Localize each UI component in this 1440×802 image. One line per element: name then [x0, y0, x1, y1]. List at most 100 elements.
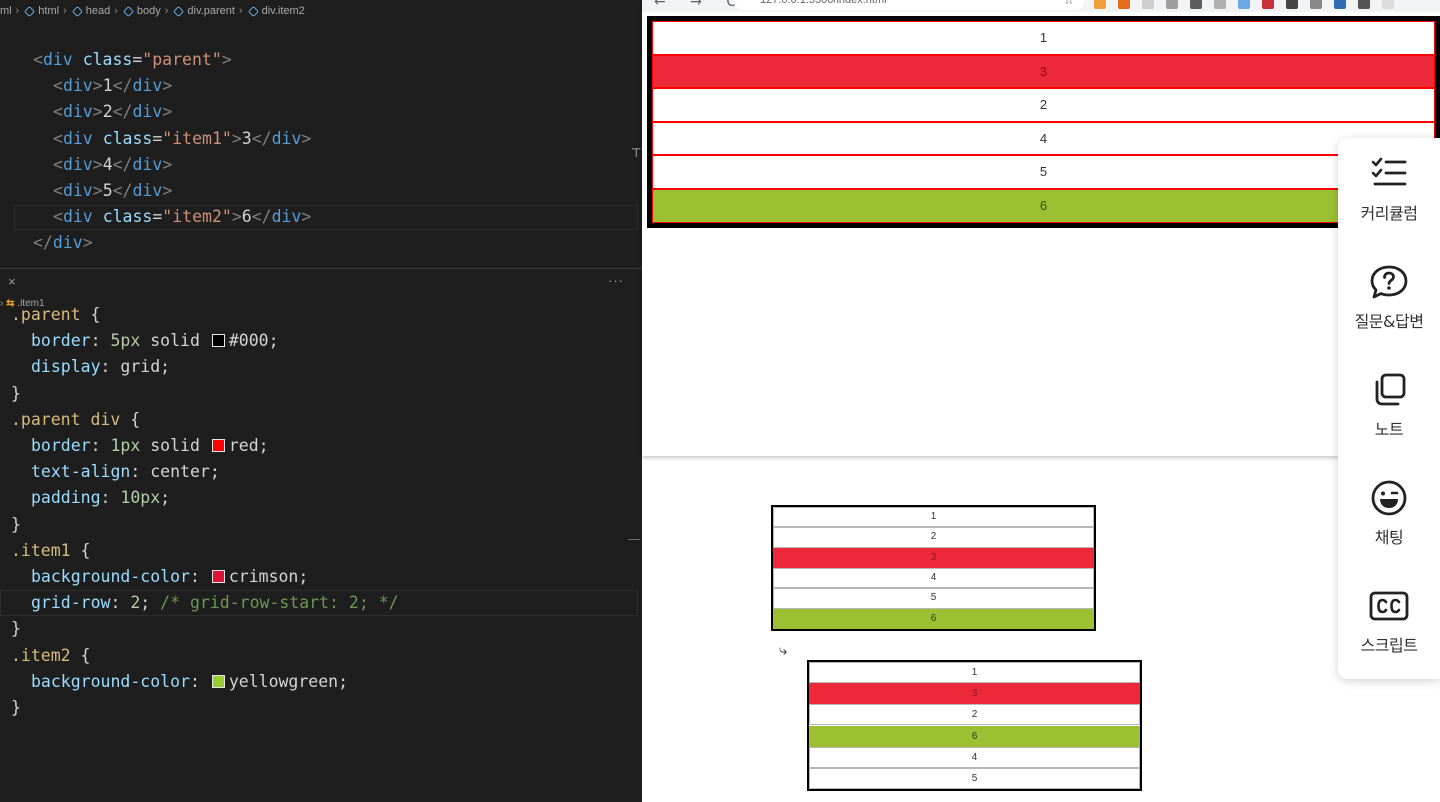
code-token: background-color: [31, 567, 190, 586]
code-token: div: [62, 102, 93, 122]
star-icon[interactable]: ☆: [1063, 0, 1075, 8]
code-token: .item2: [11, 645, 71, 665]
diagram-cell: 3: [773, 547, 1094, 568]
code-token: :: [189, 567, 210, 586]
smiley-icon: [1371, 480, 1407, 516]
code-line[interactable]: background-color: yellowgreen;: [31, 669, 348, 695]
extension-icon[interactable]: [1334, 0, 1346, 9]
chevron-right-icon: ›: [63, 5, 67, 17]
code-token: >: [92, 154, 103, 174]
code-line[interactable]: <div class="parent">: [33, 47, 232, 73]
extension-icon[interactable]: [1382, 0, 1394, 9]
extension-icon[interactable]: [1214, 0, 1226, 9]
color-swatch-icon[interactable]: [211, 439, 225, 452]
extension-icon[interactable]: [1238, 0, 1250, 9]
code-line[interactable]: }: [11, 512, 21, 538]
code-token: .parent: [11, 305, 81, 324]
code-token: }: [11, 619, 21, 639]
code-line[interactable]: }: [11, 616, 21, 642]
code-token: div: [62, 181, 93, 200]
extension-icon[interactable]: [1262, 0, 1274, 9]
code-token: div: [132, 154, 163, 174]
code-line[interactable]: .parent {: [11, 302, 100, 328]
navigation-icons[interactable]: ← → C: [654, 0, 746, 10]
code-line[interactable]: <div class="item2">6</div>: [53, 204, 311, 230]
extension-icon[interactable]: [1142, 0, 1154, 9]
code-line[interactable]: <div>5</div>: [53, 178, 172, 204]
code-line[interactable]: }: [11, 695, 21, 721]
extension-icon[interactable]: [1190, 0, 1202, 9]
code-token: <: [53, 128, 63, 148]
css-code[interactable]: .parent {border: 5px solid #000; display:…: [0, 302, 642, 802]
code-line[interactable]: .item1 {: [11, 538, 90, 564]
code-token: :: [189, 671, 210, 691]
code-line[interactable]: padding: 10px;: [31, 485, 170, 511]
extension-icon[interactable]: [1358, 0, 1370, 9]
breadcrumb-item[interactable]: html: [23, 5, 59, 17]
element-icon: [173, 5, 185, 17]
code-line[interactable]: background-color: crimson;: [31, 564, 308, 590]
breadcrumb-label: div.item2: [261, 5, 305, 17]
code-token: 5: [102, 181, 113, 200]
code-line[interactable]: }: [11, 381, 21, 407]
browser-toolbar: ← → C 127.0.0.1:5500/index.html ☆: [642, 0, 1440, 12]
code-line[interactable]: </div>: [33, 230, 93, 256]
code-line[interactable]: display: grid;: [31, 354, 170, 380]
code-line[interactable]: text-align: center;: [31, 459, 220, 485]
close-icon[interactable]: ×: [8, 274, 16, 289]
breadcrumb-item[interactable]: ml: [0, 5, 12, 17]
code-token: >: [82, 233, 93, 253]
color-swatch-icon[interactable]: [211, 674, 225, 688]
breadcrumb-item[interactable]: head: [71, 5, 110, 17]
code-token: </: [251, 128, 272, 148]
code-line[interactable]: <div>4</div>: [53, 152, 172, 178]
code-token: 1: [102, 76, 113, 96]
address-bar[interactable]: 127.0.0.1:5500/index.html: [734, 0, 1084, 10]
grid-item: 4: [652, 121, 1435, 156]
more-icon[interactable]: ···: [608, 273, 624, 288]
code-token: div: [62, 207, 93, 227]
breadcrumb-item[interactable]: div.parent: [172, 5, 235, 17]
code-line[interactable]: <div>1</div>: [53, 73, 172, 99]
side-item-curriculum[interactable]: 커리큘럼: [1338, 156, 1440, 224]
code-token: .item1: [11, 540, 71, 560]
code-token: 10px: [120, 488, 161, 508]
code-token: 3: [241, 128, 252, 148]
grid-item: 5: [652, 155, 1435, 189]
code-token: ;: [258, 436, 269, 455]
code-line[interactable]: border: 5px solid #000;: [31, 328, 279, 354]
code-line[interactable]: <div class="item1">3</div>: [53, 126, 311, 152]
extension-icon[interactable]: [1310, 0, 1322, 9]
code-token: <: [53, 154, 63, 174]
grid-item: 6: [652, 188, 1435, 223]
color-swatch-icon[interactable]: [211, 570, 225, 583]
code-token: >: [92, 102, 103, 122]
diagram-cell: 5: [809, 767, 1140, 789]
breadcrumb-label: ml: [0, 5, 12, 17]
extension-icon[interactable]: [1118, 0, 1130, 9]
code-line[interactable]: .parent div {: [11, 407, 140, 433]
side-item-qna[interactable]: 질문&답변: [1338, 264, 1440, 332]
color-swatch-icon[interactable]: [211, 334, 225, 348]
code-token: ;: [338, 671, 349, 691]
side-item-notes[interactable]: 노트: [1338, 372, 1440, 440]
cc-icon: [1369, 591, 1409, 621]
extension-icon[interactable]: [1094, 0, 1106, 9]
code-line[interactable]: <div>2</div>: [53, 99, 172, 125]
code-line[interactable]: .item2 {: [11, 643, 90, 669]
diagram-cell: 3: [809, 683, 1140, 705]
breadcrumb-item[interactable]: div.item2: [247, 5, 305, 17]
extension-icons: [1094, 0, 1394, 9]
extension-icon[interactable]: [1166, 0, 1178, 9]
side-item-chat[interactable]: 채팅: [1338, 480, 1440, 548]
code-token: >: [162, 102, 173, 122]
code-line[interactable]: border: 1px solid red;: [31, 433, 269, 459]
extension-icon[interactable]: [1286, 0, 1298, 9]
diagram-cell: 5: [773, 588, 1094, 609]
breadcrumb-item[interactable]: body: [122, 5, 161, 17]
side-item-script[interactable]: 스크립트: [1338, 588, 1440, 656]
scrollbar-marker: [628, 539, 640, 540]
browser-window: ← → C 127.0.0.1:5500/index.html ☆ 132456: [642, 0, 1440, 456]
code-line[interactable]: grid-row: 2; /* grid-row-start: 2; */: [31, 590, 399, 616]
